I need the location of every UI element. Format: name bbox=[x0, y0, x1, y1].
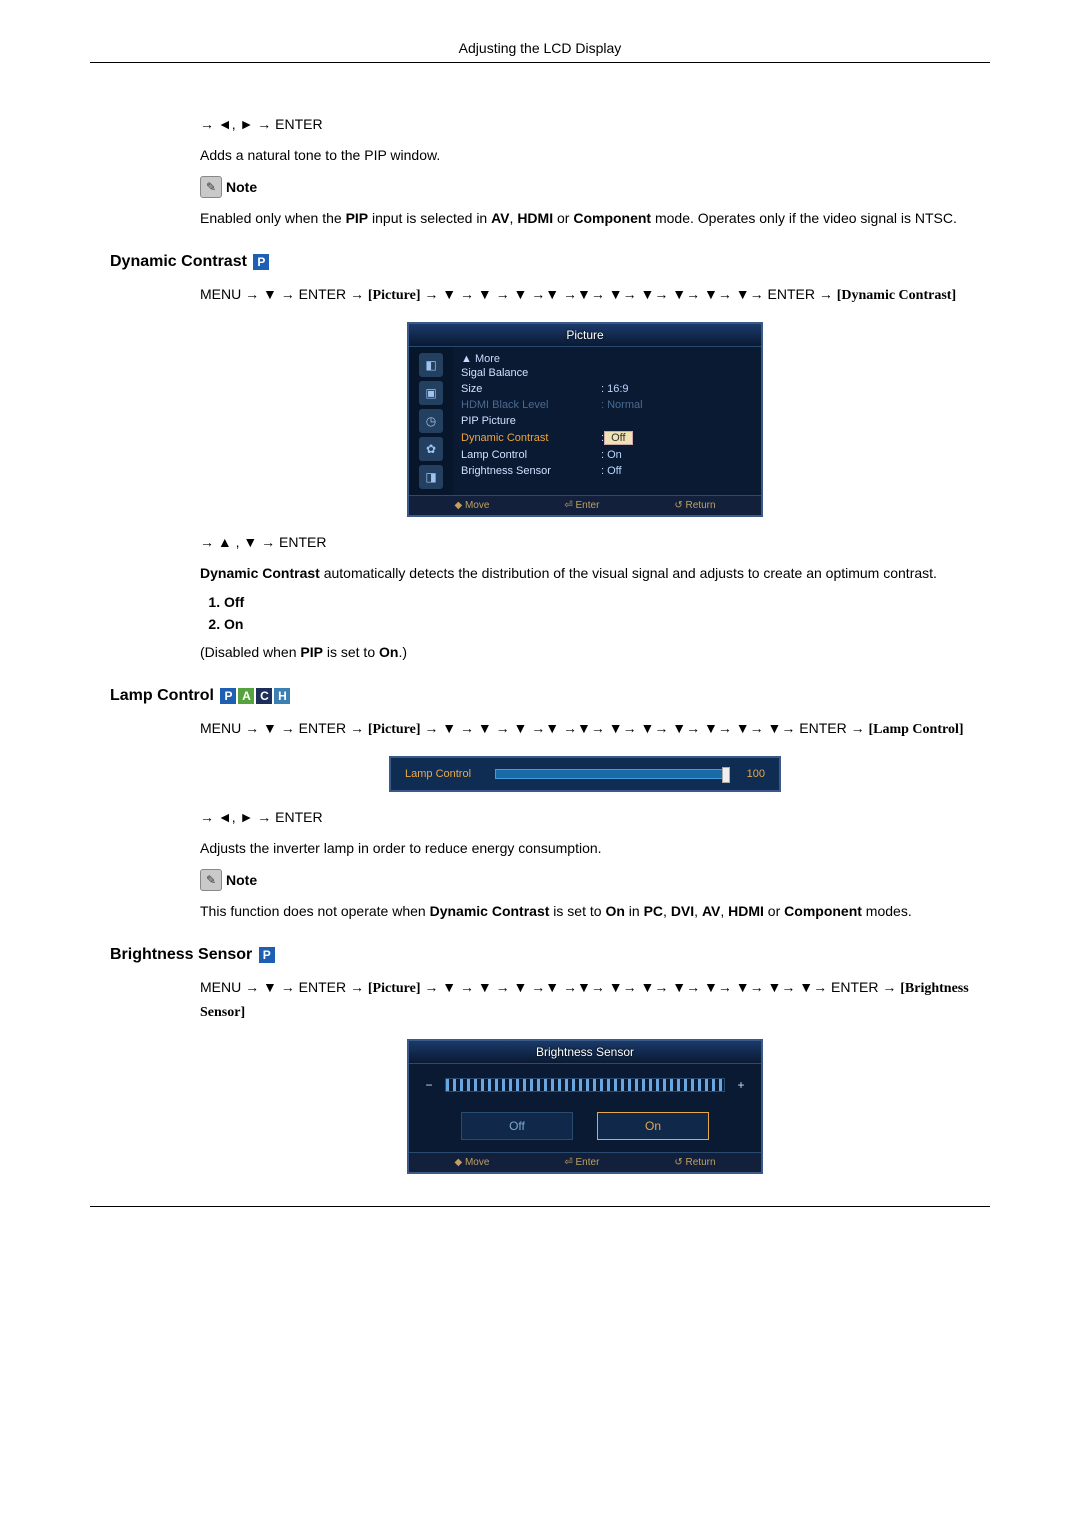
badge-p-icon: P bbox=[259, 947, 275, 963]
footer-rule bbox=[90, 1206, 990, 1207]
osd-footer: ◆ Move ⏎ Enter ↺ Return bbox=[409, 495, 761, 515]
dc-options-list: Off On bbox=[200, 594, 970, 632]
osd-lamp-value: 100 bbox=[737, 768, 765, 780]
osd-row: PIP Picture bbox=[461, 413, 753, 429]
note-icon: ✎ bbox=[200, 869, 222, 891]
lamp-note-text: This function does not operate when Dyna… bbox=[200, 901, 970, 922]
osd-side-icon: ◧ bbox=[419, 353, 443, 377]
badge-h-icon: H bbox=[274, 688, 290, 704]
heading-dynamic-contrast: Dynamic Contrast P bbox=[110, 253, 990, 271]
plus-icon: + bbox=[735, 1078, 747, 1092]
badge-c-icon: C bbox=[256, 688, 272, 704]
note-icon: ✎ bbox=[200, 176, 222, 198]
osd-title: Picture bbox=[409, 324, 761, 347]
osd-side-icon: ◷ bbox=[419, 409, 443, 433]
osd-on-button: On bbox=[597, 1112, 709, 1140]
heading-brightness-sensor: Brightness Sensor P bbox=[110, 946, 990, 964]
osd-side-icon: ▣ bbox=[419, 381, 443, 405]
osd-gauge bbox=[445, 1078, 725, 1092]
osd-row: Sigal Balance bbox=[461, 365, 753, 381]
lamp-description: Adjusts the inverter lamp in order to re… bbox=[200, 838, 970, 859]
osd-row: HDMI Black Level: Normal bbox=[461, 397, 753, 413]
osd-brightness-sensor: Brightness Sensor − + Off On ◆ Move ⏎ En… bbox=[407, 1039, 763, 1174]
nav-line-lamp2: → ◄, ► → ENTER bbox=[200, 806, 970, 828]
nav-line-lamp: MENU → ▼ → ENTER → [Picture] → ▼ → ▼ → ▼… bbox=[200, 717, 970, 741]
osd-lamp-label: Lamp Control bbox=[405, 768, 485, 780]
osd-row: Brightness Sensor: Off bbox=[461, 463, 753, 479]
osd-off-button: Off bbox=[461, 1112, 573, 1140]
dc-description: Dynamic Contrast automatically detects t… bbox=[200, 563, 970, 584]
osd-row-selected: Dynamic Contrast: Off bbox=[461, 429, 753, 447]
osd-side-icon: ◨ bbox=[419, 465, 443, 489]
list-item: On bbox=[224, 616, 970, 632]
osd-footer: ◆ Move ⏎ Enter ↺ Return bbox=[409, 1152, 761, 1172]
osd-title: Brightness Sensor bbox=[409, 1041, 761, 1064]
note-label: Note bbox=[226, 872, 257, 888]
badge-p-icon: P bbox=[220, 688, 236, 704]
heading-lamp-control: Lamp Control PACH bbox=[110, 687, 990, 705]
osd-more: ▲ More bbox=[461, 353, 753, 365]
osd-lamp-bar: Lamp Control 100 bbox=[389, 756, 781, 792]
nav-line-bs: MENU → ▼ → ENTER → [Picture] → ▼ → ▼ → ▼… bbox=[200, 976, 970, 1025]
intro-paragraph: Adds a natural tone to the PIP window. bbox=[200, 145, 970, 166]
list-item: Off bbox=[224, 594, 970, 610]
minus-icon: − bbox=[423, 1078, 435, 1092]
page-header: Adjusting the LCD Display bbox=[90, 40, 990, 63]
osd-lamp-slider bbox=[495, 769, 727, 779]
nav-line-dc: MENU → ▼ → ENTER → [Picture] → ▼ → ▼ → ▼… bbox=[200, 283, 970, 307]
dc-disabled-note: (Disabled when PIP is set to On.) bbox=[200, 642, 970, 663]
intro-note-text: Enabled only when the PIP input is selec… bbox=[200, 208, 970, 229]
nav-line-pip: → ◄, ► → ENTER bbox=[200, 113, 970, 135]
osd-side-icon: ✿ bbox=[419, 437, 443, 461]
nav-line-dc2: → ▲ , ▼ → ENTER bbox=[200, 531, 970, 553]
osd-row: Size: 16:9 bbox=[461, 381, 753, 397]
badge-a-icon: A bbox=[238, 688, 254, 704]
note-label: Note bbox=[226, 179, 257, 195]
osd-row: Lamp Control: On bbox=[461, 447, 753, 463]
badge-p-icon: P bbox=[253, 254, 269, 270]
osd-picture-menu: Picture ◧ ▣ ◷ ✿ ◨ ▲ More Sigal Balance S… bbox=[407, 322, 763, 517]
